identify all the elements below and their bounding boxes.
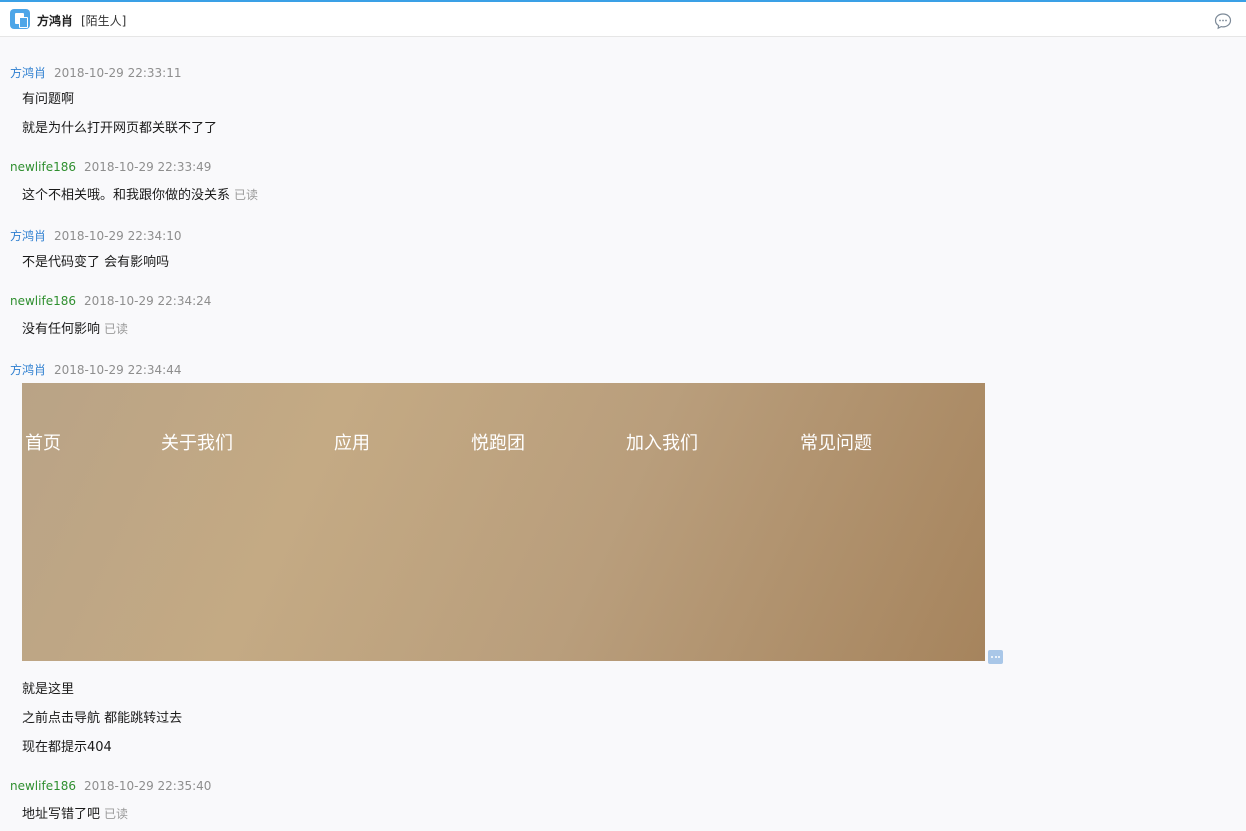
contact-tag: [陌生人] bbox=[81, 14, 127, 28]
more-options-icon[interactable] bbox=[988, 650, 1003, 664]
timestamp: 2018-10-29 22:34:24 bbox=[83, 294, 212, 308]
message-text: 现在都提示404 bbox=[22, 740, 112, 755]
timestamp: 2018-10-29 22:33:49 bbox=[83, 160, 212, 174]
contact-name[interactable]: 方鸿肖 bbox=[37, 12, 73, 29]
sender-name[interactable]: newlife186 bbox=[10, 294, 76, 308]
chat-bubble-icon[interactable] bbox=[1214, 12, 1232, 30]
message-text-row: 地址写错了吧 已读 bbox=[22, 803, 128, 822]
message-header: newlife186 2018-10-29 22:35:40 bbox=[10, 779, 211, 793]
image-nav-item: 加入我们 bbox=[626, 433, 698, 454]
message-header: newlife186 2018-10-29 22:34:24 bbox=[10, 294, 211, 308]
message-header: 方鸿肖 2018-10-29 22:34:10 bbox=[10, 227, 181, 244]
message-text: 有问题啊 bbox=[22, 92, 75, 107]
sender-name[interactable]: newlife186 bbox=[10, 160, 76, 174]
image-nav-item: 悦跑团 bbox=[471, 433, 525, 454]
timestamp: 2018-10-29 22:35:40 bbox=[83, 779, 212, 793]
message-text: 不是代码变了 会有影响吗 bbox=[22, 255, 170, 270]
image-nav-item: 应用 bbox=[334, 433, 370, 454]
read-status: 已读 bbox=[104, 807, 129, 821]
sender-name[interactable]: newlife186 bbox=[10, 779, 76, 793]
sender-name[interactable]: 方鸿肖 bbox=[10, 363, 46, 377]
message-text: 就是为什么打开网页都关联不了了 bbox=[22, 121, 218, 136]
image-nav-item: 常见问题 bbox=[800, 433, 872, 454]
screenshot-image[interactable]: 首页 关于我们 应用 悦跑团 加入我们 常见问题 bbox=[22, 383, 985, 661]
message-text: 就是这里 bbox=[22, 682, 75, 697]
read-status: 已读 bbox=[234, 188, 259, 202]
message-text: 地址写错了吧 bbox=[22, 807, 101, 822]
read-status: 已读 bbox=[104, 322, 129, 336]
timestamp: 2018-10-29 22:34:44 bbox=[54, 363, 182, 377]
message-header: 方鸿肖 2018-10-29 22:34:44 bbox=[10, 361, 181, 378]
sender-name[interactable]: 方鸿肖 bbox=[10, 66, 46, 80]
message-text-row: 这个不相关哦。和我跟你做的没关系 已读 bbox=[22, 184, 258, 203]
sender-name[interactable]: 方鸿肖 bbox=[10, 229, 46, 243]
message-text: 之前点击导航 都能跳转过去 bbox=[22, 711, 183, 726]
app-logo-icon bbox=[10, 9, 30, 29]
timestamp: 2018-10-29 22:34:10 bbox=[54, 229, 182, 243]
message-text-row: 没有任何影响 已读 bbox=[22, 318, 128, 337]
timestamp: 2018-10-29 22:33:11 bbox=[54, 66, 182, 80]
image-nav-item: 首页 bbox=[25, 433, 61, 454]
message-header: 方鸿肖 2018-10-29 22:33:11 bbox=[10, 64, 181, 81]
message-header: newlife186 2018-10-29 22:33:49 bbox=[10, 160, 211, 174]
image-nav-item: 关于我们 bbox=[161, 433, 233, 454]
chat-header: 方鸿肖 [陌生人] bbox=[0, 2, 1246, 37]
message-text: 没有任何影响 bbox=[22, 322, 101, 337]
message-text: 这个不相关哦。和我跟你做的没关系 bbox=[22, 188, 231, 203]
